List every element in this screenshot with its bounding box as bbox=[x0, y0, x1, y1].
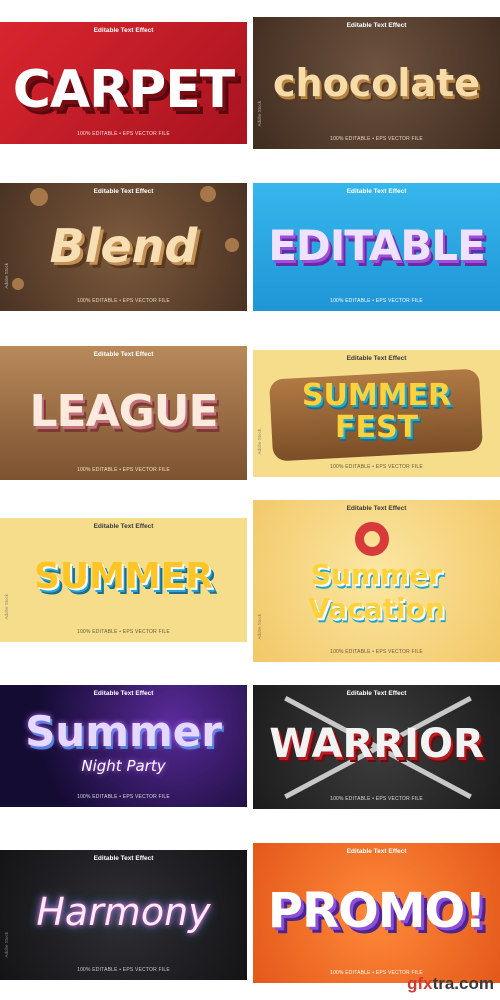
float-ring bbox=[355, 522, 389, 556]
tile-bottom-label: 100% EDITABLE • EPS VECTOR FILE bbox=[330, 649, 423, 655]
tile-promo[interactable]: Editable Text Effect PROMO! 100% EDITABL… bbox=[253, 843, 500, 983]
tile-blend[interactable]: Editable Text Effect Blend 100% EDITABLE… bbox=[0, 183, 247, 311]
tile-top-label: Editable Text Effect bbox=[93, 523, 154, 530]
tile-top-label: Editable Text Effect bbox=[346, 22, 407, 29]
tile-top-label: Editable Text Effect bbox=[93, 351, 154, 358]
tile-top-label: Editable Text Effect bbox=[93, 855, 154, 862]
tile-title: WARRIOR bbox=[269, 721, 484, 767]
tile-top-label: Editable Text Effect bbox=[93, 690, 154, 697]
tile-top-label: Editable Text Effect bbox=[346, 505, 407, 512]
side-label: Adobe Stock bbox=[257, 614, 262, 640]
tile-league[interactable]: Editable Text Effect LEAGUE 100% EDITABL… bbox=[0, 346, 247, 480]
side-label: Adobe Stock bbox=[4, 594, 9, 620]
tile-summer-vacation[interactable]: Editable Text Effect Summer Vacation 100… bbox=[253, 500, 500, 662]
tile-title-2: Night Party bbox=[81, 757, 166, 775]
tile-summer[interactable]: Editable Text Effect SUMMER 100% EDITABL… bbox=[0, 518, 247, 642]
tile-bottom-label: 100% EDITABLE • EPS VECTOR FILE bbox=[77, 629, 170, 635]
tile-title: SUMMER bbox=[33, 556, 214, 597]
tile-title-2: Vacation bbox=[308, 592, 445, 625]
tile-summer-fest[interactable]: Editable Text Effect SUMMER FEST 100% ED… bbox=[253, 350, 500, 477]
tile-bottom-label: 100% EDITABLE • EPS VECTOR FILE bbox=[330, 298, 423, 304]
side-label: Adobe Stock bbox=[257, 429, 262, 455]
tile-top-label: Editable Text Effect bbox=[346, 188, 407, 195]
tile-title: chocolate bbox=[273, 61, 480, 105]
tile-top-label: Editable Text Effect bbox=[346, 690, 407, 697]
tile-bottom-label: 100% EDITABLE • EPS VECTOR FILE bbox=[77, 131, 170, 137]
tile-night-party[interactable]: Editable Text Effect Summer Night Party … bbox=[0, 685, 247, 807]
tile-title: LEAGUE bbox=[29, 386, 218, 437]
tile-bottom-label: 100% EDITABLE • EPS VECTOR FILE bbox=[77, 794, 170, 800]
tile-title: SUMMER bbox=[301, 378, 452, 413]
tile-title: Harmony bbox=[36, 890, 211, 934]
tile-title: EDITABLE bbox=[268, 221, 486, 270]
side-label: Adobe Stock bbox=[257, 101, 262, 127]
tile-harmony[interactable]: Editable Text Effect Harmony 100% EDITAB… bbox=[0, 850, 247, 980]
tile-title-2: FEST bbox=[334, 410, 419, 445]
tile-top-label: Editable Text Effect bbox=[93, 27, 154, 34]
tile-bottom-label: 100% EDITABLE • EPS VECTOR FILE bbox=[77, 967, 170, 973]
tile-warrior[interactable]: Editable Text Effect WARRIOR 100% EDITAB… bbox=[253, 685, 500, 809]
tile-title: Summer bbox=[310, 558, 443, 591]
watermark: gfxtra.com bbox=[407, 974, 494, 993]
side-label: Adobe Stock bbox=[4, 932, 9, 958]
tile-carpet[interactable]: Editable Text Effect CARPET 100% EDITABL… bbox=[0, 22, 247, 144]
tile-title: Blend bbox=[49, 219, 198, 273]
chocolate-ball bbox=[12, 278, 24, 290]
tile-bottom-label: 100% EDITABLE • EPS VECTOR FILE bbox=[330, 464, 423, 470]
tile-title: PROMO! bbox=[267, 883, 486, 939]
tile-bottom-label: 100% EDITABLE • EPS VECTOR FILE bbox=[330, 136, 423, 142]
tile-title: Summer bbox=[25, 707, 222, 756]
side-label: Adobe Stock bbox=[4, 263, 9, 289]
tile-title: CARPET bbox=[12, 60, 236, 120]
tile-top-label: Editable Text Effect bbox=[93, 188, 154, 195]
tile-top-label: Editable Text Effect bbox=[346, 848, 407, 855]
tile-bottom-label: 100% EDITABLE • EPS VECTOR FILE bbox=[77, 298, 170, 304]
tile-top-label: Editable Text Effect bbox=[346, 355, 407, 362]
tile-bottom-label: 100% EDITABLE • EPS VECTOR FILE bbox=[77, 467, 170, 473]
tile-chocolate[interactable]: Editable Text Effect chocolate 100% EDIT… bbox=[253, 17, 500, 149]
tile-editable[interactable]: Editable Text Effect EDITABLE 100% EDITA… bbox=[253, 183, 500, 311]
tile-bottom-label: 100% EDITABLE • EPS VECTOR FILE bbox=[330, 796, 423, 802]
